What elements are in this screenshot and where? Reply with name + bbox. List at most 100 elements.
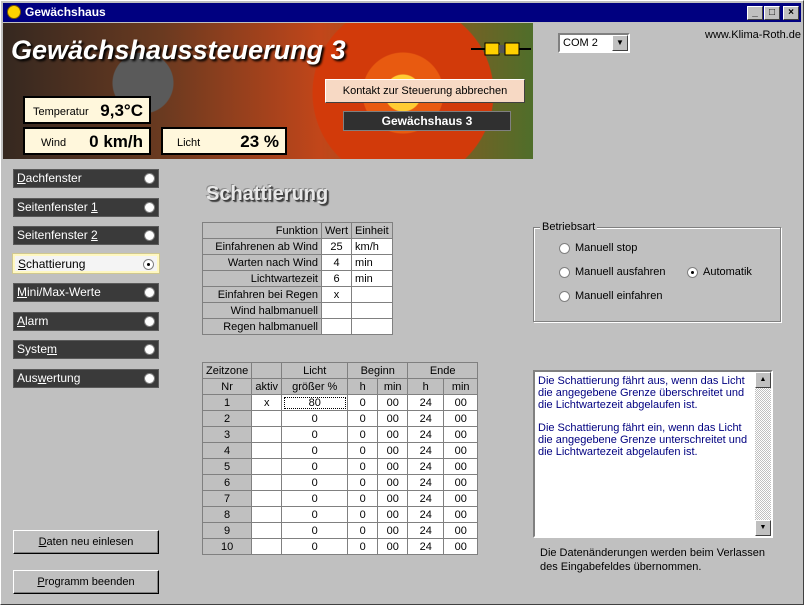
zone-end-hour-field[interactable]: 24	[407, 394, 445, 411]
zone-active-field[interactable]	[251, 426, 283, 443]
zone-light-field[interactable]: 80	[281, 394, 349, 411]
radio-icon[interactable]	[559, 243, 570, 254]
zone-end-hour-field[interactable]: 24	[407, 506, 445, 523]
zone-start-min-field[interactable]: 00	[377, 410, 409, 427]
param-value-field[interactable]: x	[320, 286, 353, 303]
zone-end-min-field[interactable]: 00	[443, 506, 479, 523]
radio-icon[interactable]	[144, 202, 155, 213]
zone-start-hour-field[interactable]: 0	[347, 506, 379, 523]
zone-start-min-field[interactable]: 00	[377, 522, 409, 539]
quit-program-button[interactable]: Programm beenden	[13, 570, 159, 594]
zone-start-hour-field[interactable]: 0	[347, 442, 379, 459]
close-button[interactable]: ×	[783, 6, 799, 20]
zone-end-min-field[interactable]: 00	[443, 394, 479, 411]
website-link[interactable]: www.Klima-Roth.de	[705, 29, 801, 41]
radio-selected-icon[interactable]	[687, 267, 698, 278]
zone-end-min-field[interactable]: 00	[443, 522, 479, 539]
zone-start-hour-field[interactable]: 0	[347, 410, 379, 427]
zone-active-field[interactable]	[251, 522, 283, 539]
vertical-scrollbar[interactable]: ▲ ▼	[755, 372, 771, 536]
param-value-field[interactable]: 4	[320, 254, 353, 271]
zone-light-field[interactable]: 0	[281, 538, 349, 555]
zone-end-min-field[interactable]: 00	[443, 426, 479, 443]
zone-end-hour-field[interactable]: 24	[407, 458, 445, 475]
reload-data-button[interactable]: Daten neu einlesen	[13, 530, 159, 554]
zone-start-min-field[interactable]: 00	[377, 442, 409, 459]
zone-start-hour-field[interactable]: 0	[347, 426, 379, 443]
sidebar-item-alarm[interactable]: Alarm	[13, 312, 159, 331]
zone-start-hour-field[interactable]: 0	[347, 458, 379, 475]
zone-active-field[interactable]: x	[251, 394, 283, 411]
sidebar-item-seitenfenster-2[interactable]: Seitenfenster 2	[13, 226, 159, 245]
radio-icon[interactable]	[144, 173, 155, 184]
param-value-field[interactable]	[320, 302, 353, 319]
sidebar-item-system[interactable]: System	[13, 340, 159, 359]
zone-start-min-field[interactable]: 00	[377, 474, 409, 491]
zone-light-field[interactable]: 0	[281, 490, 349, 507]
radio-icon[interactable]	[559, 291, 570, 302]
maximize-button[interactable]: □	[764, 6, 780, 20]
zone-start-min-field[interactable]: 00	[377, 426, 409, 443]
radio-icon[interactable]	[559, 267, 570, 278]
com-port-select[interactable]: COM 2 ▼	[558, 33, 630, 53]
zone-active-field[interactable]	[251, 506, 283, 523]
zone-light-field[interactable]: 0	[281, 442, 349, 459]
radio-icon[interactable]	[144, 373, 155, 384]
zone-end-min-field[interactable]: 00	[443, 458, 479, 475]
zone-end-hour-field[interactable]: 24	[407, 426, 445, 443]
param-value-field[interactable]	[320, 318, 353, 335]
zone-end-min-field[interactable]: 00	[443, 490, 479, 507]
zone-end-hour-field[interactable]: 24	[407, 474, 445, 491]
zone-start-hour-field[interactable]: 0	[347, 538, 379, 555]
zone-start-hour-field[interactable]: 0	[347, 522, 379, 539]
zone-end-hour-field[interactable]: 24	[407, 442, 445, 459]
zone-active-field[interactable]	[251, 490, 283, 507]
sidebar-item-dachfenster[interactable]: Dachfenster	[13, 169, 159, 188]
scroll-down-icon[interactable]: ▼	[755, 520, 771, 536]
zone-end-min-field[interactable]: 00	[443, 410, 479, 427]
zone-light-field[interactable]: 0	[281, 474, 349, 491]
zone-end-min-field[interactable]: 00	[443, 474, 479, 491]
minimize-button[interactable]: _	[747, 6, 763, 20]
zone-light-field[interactable]: 0	[281, 410, 349, 427]
abort-connection-button[interactable]: Kontakt zur Steuerung abbrechen	[325, 79, 525, 103]
zone-end-hour-field[interactable]: 24	[407, 490, 445, 507]
zone-active-field[interactable]	[251, 538, 283, 555]
zone-start-min-field[interactable]: 00	[377, 538, 409, 555]
scroll-up-icon[interactable]: ▲	[755, 372, 771, 388]
sidebar-item-schattierung[interactable]: Schattierung	[12, 253, 160, 274]
zone-start-min-field[interactable]: 00	[377, 490, 409, 507]
zone-end-min-field[interactable]: 00	[443, 442, 479, 459]
zone-end-hour-field[interactable]: 24	[407, 522, 445, 539]
radio-selected-icon[interactable]	[143, 259, 154, 270]
zone-start-hour-field[interactable]: 0	[347, 474, 379, 491]
sidebar-item-auswertung[interactable]: Auswertung	[13, 369, 159, 388]
info-textbox[interactable]: Die Schattierung fährt aus, wenn das Lic…	[533, 370, 773, 538]
sidebar-item-mini-max-werte[interactable]: Mini/Max-Werte	[13, 283, 159, 302]
zone-light-field[interactable]: 0	[281, 506, 349, 523]
zone-light-field[interactable]: 0	[281, 522, 349, 539]
zone-start-min-field[interactable]: 00	[377, 394, 409, 411]
zone-light-field[interactable]: 0	[281, 458, 349, 475]
zone-end-min-field[interactable]: 00	[443, 538, 479, 555]
zone-end-hour-field[interactable]: 24	[407, 538, 445, 555]
zone-active-field[interactable]	[251, 442, 283, 459]
zone-active-field[interactable]	[251, 410, 283, 427]
zone-active-field[interactable]	[251, 474, 283, 491]
param-value-field[interactable]: 25	[320, 238, 353, 255]
radio-icon[interactable]	[144, 230, 155, 241]
chevron-down-icon[interactable]: ▼	[612, 35, 628, 51]
zone-end-hour-field[interactable]: 24	[407, 410, 445, 427]
zone-light-field[interactable]: 0	[281, 426, 349, 443]
zone-start-min-field[interactable]: 00	[377, 458, 409, 475]
param-value-field[interactable]: 6	[320, 270, 353, 287]
zone-start-hour-field[interactable]: 0	[347, 490, 379, 507]
param-unit: min	[351, 270, 393, 287]
zone-start-hour-field[interactable]: 0	[347, 394, 379, 411]
radio-icon[interactable]	[144, 287, 155, 298]
radio-icon[interactable]	[144, 344, 155, 355]
zone-start-min-field[interactable]: 00	[377, 506, 409, 523]
radio-icon[interactable]	[144, 316, 155, 327]
zone-active-field[interactable]	[251, 458, 283, 475]
sidebar-item-seitenfenster-1[interactable]: Seitenfenster 1	[13, 198, 159, 217]
